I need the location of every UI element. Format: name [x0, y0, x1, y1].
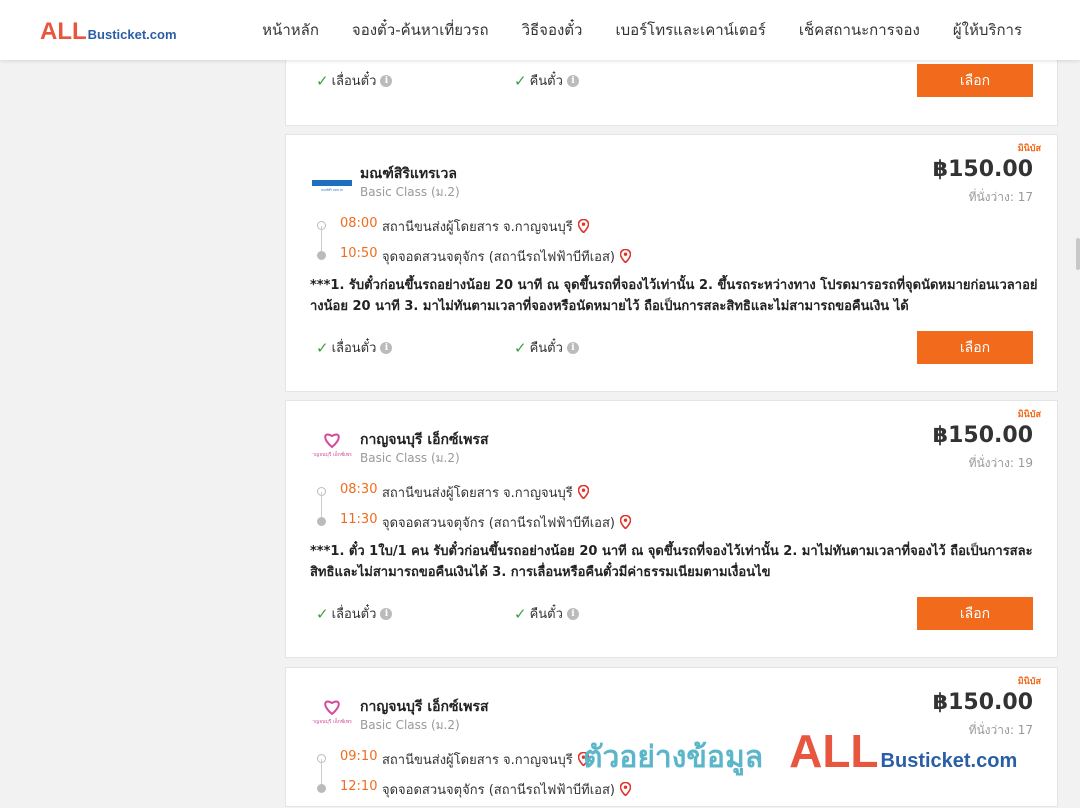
arrive-time: 12:10	[340, 779, 378, 794]
nav-how-to-book[interactable]: วิธีจองตั๋ว	[522, 18, 583, 42]
arrive-dot	[317, 517, 326, 526]
nav-contact-counter[interactable]: เบอร์โทรและเคาน์เตอร์	[615, 18, 765, 42]
map-pin-icon[interactable]	[619, 249, 631, 263]
operator-name: มณฑ์สิริแทรเวล	[360, 166, 457, 182]
select-button[interactable]: เลือก	[917, 331, 1033, 364]
map-pin-icon[interactable]	[577, 219, 589, 233]
info-icon[interactable]: i	[380, 74, 393, 87]
refund-ticket-option: ✓ คืนตั๋ว i	[514, 70, 579, 91]
depart-place[interactable]: สถานีขนส่งผู้โดยสาร จ.กาญจนบุรี	[382, 216, 589, 237]
arrive-dot	[317, 784, 326, 793]
refund-ticket-label: คืนตั๋ว	[529, 74, 563, 89]
operator-logo-text: กาญจนบุรี เอ็กซ์เพรส	[312, 717, 352, 725]
depart-place[interactable]: สถานีขนส่งผู้โดยสาร จ.กาญจนบุรี	[382, 482, 589, 503]
depart-place-text: สถานีขนส่งผู้โดยสาร จ.กาญจนบุรี	[382, 486, 573, 501]
operator-name: กาญจนบุรี เอ็กซ์เพรส	[360, 699, 489, 715]
arrive-place[interactable]: จุดจอดสวนจตุจักร (สถานีรถไฟฟ้าบีทีเอส)	[382, 246, 631, 267]
operator-logo-text: กาญจนบุรี เอ็กซ์เพรส	[312, 450, 352, 458]
logo-rest-text: Busticket.com	[87, 27, 177, 42]
check-icon: ✓	[316, 604, 329, 623]
watermark-thai-text: ตัวอย่างข้อมูล	[583, 740, 764, 775]
vehicle-type-tag: มินิบัส	[1017, 410, 1041, 420]
depart-time: 09:10	[340, 749, 378, 764]
trip-card: มินิบัส มณฑ์สิริ แทรเวล มณฑ์สิริแทรเวล B…	[285, 134, 1058, 392]
ticket-price: ฿150.00	[932, 157, 1033, 182]
check-icon: ✓	[514, 338, 527, 357]
depart-time: 08:30	[340, 482, 378, 497]
refund-ticket-option: ✓ คืนตั๋ว i	[514, 337, 579, 358]
info-icon[interactable]: i	[380, 341, 393, 354]
map-pin-icon[interactable]	[619, 782, 631, 796]
arrive-place[interactable]: จุดจอดสวนจตุจักร (สถานีรถไฟฟ้าบีทีเอส)	[382, 512, 631, 533]
info-icon[interactable]: i	[380, 607, 393, 620]
info-icon[interactable]: i	[566, 341, 579, 354]
change-ticket-option: ✓ เลื่อนตั๋ว i	[316, 337, 393, 358]
depart-place-text: สถานีขนส่งผู้โดยสาร จ.กาญจนบุรี	[382, 220, 573, 235]
refund-ticket-label: คืนตั๋ว	[529, 607, 563, 622]
nav-check-status[interactable]: เช็คสถานะการจอง	[799, 18, 920, 42]
trip-card: มินิบัส กาญจนบุรี เอ็กซ์เพรส กาญจนบุรี เ…	[285, 400, 1058, 658]
change-ticket-label: เลื่อนตั๋ว	[331, 607, 377, 622]
change-ticket-option: ✓ เลื่อนตั๋ว i	[316, 70, 393, 91]
arrive-dot	[317, 251, 326, 260]
refund-ticket-label: คืนตั๋ว	[529, 341, 563, 356]
vehicle-type-tag: มินิบัส	[1017, 144, 1041, 154]
trip-conditions-note: ***1. ตั๋ว 1ใบ/1 คน รับตั๋วก่อนขึ้นรถอย่…	[310, 544, 1033, 580]
site-header: ALL Busticket.com หน้าหลัก จองตั๋ว-ค้นหา…	[0, 0, 1080, 60]
select-button[interactable]: เลือก	[917, 64, 1033, 97]
refund-ticket-option: ✓ คืนตั๋ว i	[514, 603, 579, 624]
site-logo[interactable]: ALL Busticket.com	[40, 18, 177, 46]
change-ticket-label: เลื่อนตั๋ว	[331, 341, 377, 356]
route-timeline: 08:30 สถานีขนส่งผู้โดยสาร จ.กาญจนบุรี 11…	[316, 481, 716, 541]
check-icon: ✓	[316, 338, 329, 357]
operator-logo: มณฑ์สิริ แทรเวล	[312, 169, 352, 199]
sample-data-watermark: ตัวอย่างข้อมูล ALL Busticket.com	[583, 724, 1017, 784]
arrive-time: 10:50	[340, 246, 378, 261]
service-class: Basic Class (ม.2)	[360, 451, 460, 465]
watermark-rest-text: Busticket.com	[880, 750, 1018, 772]
logo-all-text: ALL	[40, 18, 87, 45]
depart-time: 08:00	[340, 216, 378, 231]
ticket-price: ฿150.00	[932, 423, 1033, 448]
vehicle-type-tag: มินิบัส	[1017, 677, 1041, 687]
depart-place-text: สถานีขนส่งผู้โดยสาร จ.กาญจนบุรี	[382, 753, 573, 768]
seats-available: ที่นั่งว่าง: 19	[968, 456, 1033, 470]
arrive-place-text: จุดจอดสวนจตุจักร (สถานีรถไฟฟ้าบีทีเอส)	[382, 516, 615, 531]
change-ticket-label: เลื่อนตั๋ว	[331, 74, 377, 89]
info-icon[interactable]: i	[566, 607, 579, 620]
nav-book-search[interactable]: จองตั๋ว-ค้นหาเที่ยวรถ	[352, 18, 489, 42]
check-icon: ✓	[316, 71, 329, 90]
operator-name: กาญจนบุรี เอ็กซ์เพรส	[360, 432, 489, 448]
nav-home[interactable]: หน้าหลัก	[262, 18, 319, 42]
map-pin-icon[interactable]	[577, 485, 589, 499]
map-pin-icon[interactable]	[619, 515, 631, 529]
seats-available: ที่นั่งว่าง: 17	[968, 190, 1033, 204]
scrollbar-thumb[interactable]	[1076, 238, 1080, 270]
arrive-time: 11:30	[340, 512, 378, 527]
service-class: Basic Class (ม.2)	[360, 718, 460, 732]
trip-conditions-note: ***1. รับตั๋วก่อนขึ้นรถอย่างน้อย 20 นาที…	[310, 278, 1038, 314]
watermark-all-text: ALL	[789, 725, 879, 777]
operator-logo-text: มณฑ์สิริ แทรเวล	[321, 188, 343, 192]
check-icon: ✓	[514, 604, 527, 623]
route-timeline: 08:00 สถานีขนส่งผู้โดยสาร จ.กาญจนบุรี 10…	[316, 215, 716, 275]
change-ticket-option: ✓ เลื่อนตั๋ว i	[316, 603, 393, 624]
main-nav: หน้าหลัก จองตั๋ว-ค้นหาเที่ยวรถ วิธีจองตั…	[262, 0, 1022, 60]
ticket-price: ฿150.00	[932, 690, 1033, 715]
check-icon: ✓	[514, 71, 527, 90]
service-class: Basic Class (ม.2)	[360, 185, 460, 199]
operator-logo: กาญจนบุรี เอ็กซ์เพรส	[309, 433, 355, 465]
operator-logo: กาญจนบุรี เอ็กซ์เพรส	[309, 700, 355, 732]
depart-place[interactable]: สถานีขนส่งผู้โดยสาร จ.กาญจนบุรี	[382, 749, 589, 770]
select-button[interactable]: เลือก	[917, 597, 1033, 630]
arrive-place-text: จุดจอดสวนจตุจักร (สถานีรถไฟฟ้าบีทีเอส)	[382, 250, 615, 265]
nav-operators[interactable]: ผู้ให้บริการ	[953, 18, 1022, 42]
arrive-place-text: จุดจอดสวนจตุจักร (สถานีรถไฟฟ้าบีทีเอส)	[382, 783, 615, 798]
info-icon[interactable]: i	[566, 74, 579, 87]
